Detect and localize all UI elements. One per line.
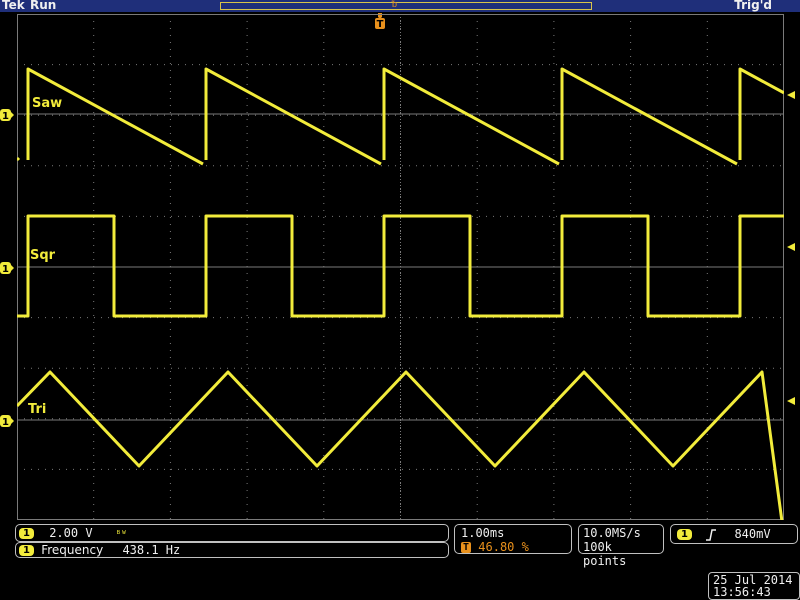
trigger-level-arrow-icon: [787, 243, 795, 251]
channel-scale-value: 2.00 V: [49, 526, 93, 540]
waveform-display[interactable]: [17, 14, 784, 520]
record-position-marker: ᵬ: [392, 0, 398, 10]
timebase-value: 1.00ms: [461, 526, 505, 540]
trace-label-saw: Saw: [32, 96, 63, 111]
svg-text:1: 1: [2, 111, 9, 121]
trigger-position-value: 46.80 %: [478, 540, 529, 554]
channel-scale-box[interactable]: 1 2.00 V ᴮᵂ: [15, 524, 449, 542]
acquisition-state: Run: [30, 0, 57, 12]
top-status-bar: Tek Run ᵬ Trig'd: [0, 0, 800, 12]
measurement-box[interactable]: 1 Frequency 438.1 Hz: [15, 542, 449, 558]
channel-1-marker-saw[interactable]: 1: [0, 109, 14, 121]
trace-label-sqr: Sqr: [30, 248, 56, 263]
trigger-level-arrow-icon: [787, 91, 795, 99]
record-length-value: 100k points: [583, 540, 627, 568]
trigger-source-badge: 1: [677, 529, 692, 540]
trigger-box[interactable]: 1 840mV: [670, 524, 798, 544]
sample-rate-value: 10.0MS/s: [583, 526, 641, 540]
channel-badge: 1: [19, 545, 34, 556]
trigger-level-value: 840mV: [734, 527, 771, 541]
brand-label: Tek: [2, 0, 25, 12]
trigger-state: Trig'd: [734, 0, 772, 12]
bandwidth-limit-icon: ᴮᵂ: [115, 530, 127, 540]
channel-badge: 1: [19, 528, 34, 539]
channel-1-marker-sqr[interactable]: 1: [0, 262, 14, 274]
trigger-position-badge: T: [461, 542, 472, 553]
time-value: 13:56:43: [713, 585, 771, 599]
rising-edge-icon: [706, 528, 717, 541]
svg-text:1: 1: [2, 264, 9, 274]
svg-text:1: 1: [2, 417, 9, 427]
channel-1-marker-tri[interactable]: 1: [0, 415, 14, 427]
datetime-box: 25 Jul 2014 13:56:43: [708, 572, 800, 600]
trace-label-tri: Tri: [28, 402, 47, 417]
measurement-value: 438.1 Hz: [122, 543, 181, 557]
measurement-label: Frequency: [41, 543, 104, 557]
trigger-level-arrow-icon: [787, 397, 795, 405]
record-view-bar[interactable]: [220, 2, 592, 10]
timebase-box[interactable]: 1.00ms T 46.80 %: [454, 524, 572, 554]
acquisition-box[interactable]: 10.0MS/s 100k points: [578, 524, 664, 568]
graticule-grid: [17, 14, 784, 520]
